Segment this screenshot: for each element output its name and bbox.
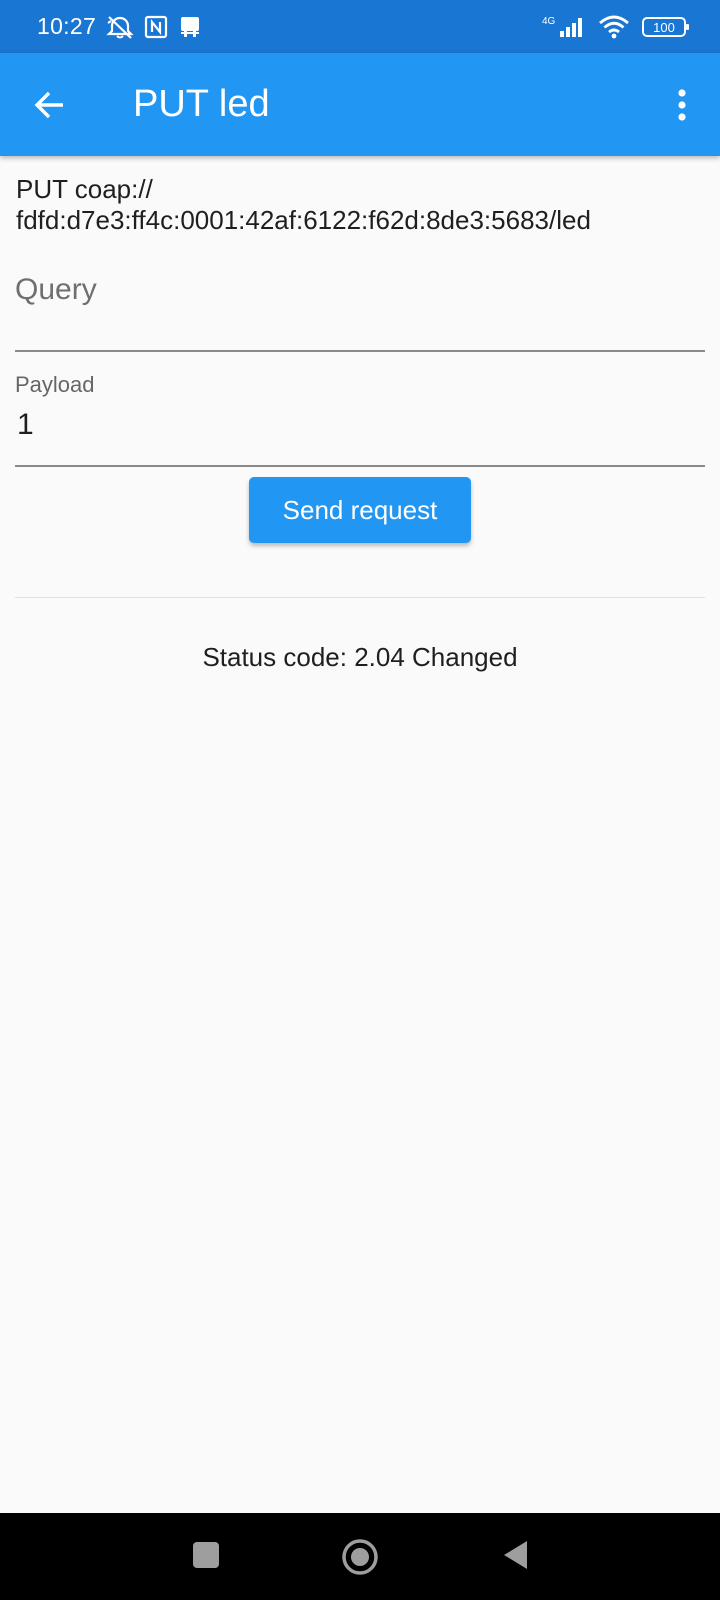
system-back-button[interactable]	[496, 1535, 536, 1575]
back-triangle-icon	[504, 1541, 527, 1569]
recents-button[interactable]	[186, 1535, 226, 1575]
more-vert-icon	[678, 89, 686, 121]
signal-icon: 4G	[542, 14, 586, 40]
divider	[15, 597, 705, 598]
home-button[interactable]	[338, 1535, 382, 1579]
request-uri-text: PUT coap:// fdfd:d7e3:ff4c:0001:42af:612…	[16, 174, 591, 235]
recents-square-icon	[193, 1542, 219, 1568]
nfc-icon	[144, 15, 168, 39]
screen: 10:27 4G 100 PUT led PUT coap:// fdfd:d7…	[0, 0, 720, 1600]
battery-level: 100	[653, 20, 675, 35]
notification-icon	[178, 15, 202, 39]
response-status: Status code: 2.04 Changed	[202, 642, 518, 672]
payload-value[interactable]: 1	[17, 408, 34, 442]
status-bar-right: 4G 100	[542, 14, 690, 40]
payload-input[interactable]: Payload 1	[15, 370, 705, 467]
arrow-back-icon	[34, 91, 63, 119]
send-request-button[interactable]: Send request	[249, 477, 471, 543]
back-button[interactable]	[30, 85, 70, 125]
payload-label: Payload	[15, 372, 95, 397]
request-uri: PUT coap:// fdfd:d7e3:ff4c:0001:42af:612…	[16, 174, 706, 236]
battery-icon: 100	[642, 15, 690, 39]
query-input[interactable]: Query	[15, 268, 705, 352]
network-label: 4G	[542, 16, 556, 27]
status-bar-left: 10:27	[37, 13, 202, 40]
query-placeholder: Query	[15, 273, 97, 306]
wifi-icon	[598, 14, 630, 40]
alarm-off-icon	[106, 14, 134, 40]
status-bar: 10:27 4G 100	[0, 0, 720, 53]
overflow-menu-button[interactable]	[672, 85, 692, 125]
status-time: 10:27	[37, 13, 97, 39]
navigation-bar	[0, 1513, 720, 1600]
page-title: PUT led	[133, 83, 270, 125]
app-bar: PUT led	[0, 53, 720, 156]
home-circle-icon	[342, 1539, 378, 1575]
